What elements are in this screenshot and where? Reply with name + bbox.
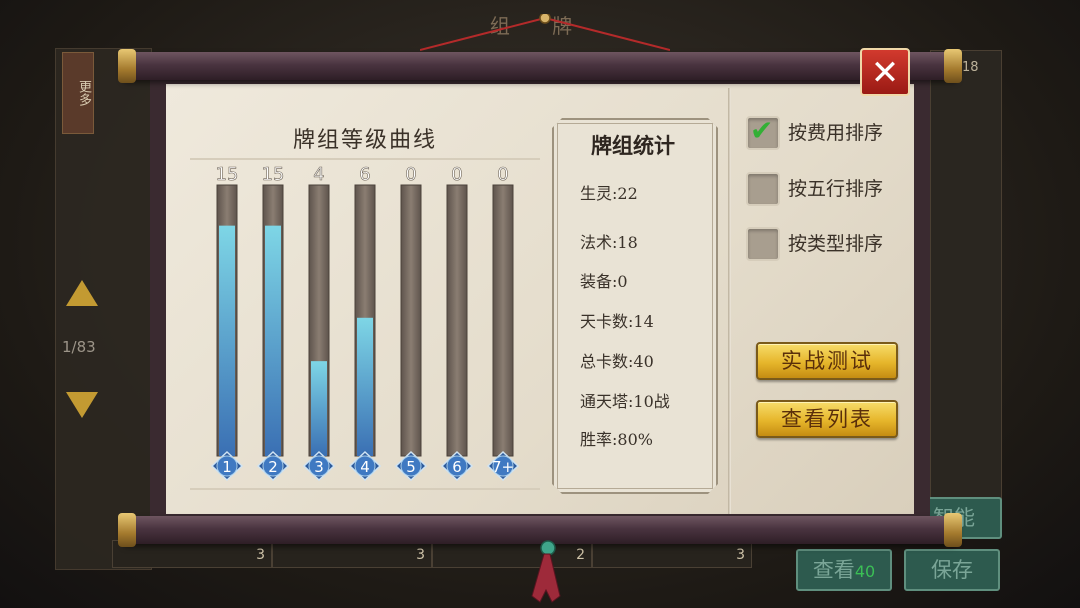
- bar-track: [400, 184, 422, 457]
- level-tick-label: 2: [268, 458, 278, 476]
- background-card-slot[interactable]: 3: [112, 540, 272, 568]
- bar-value-label: 6: [359, 164, 370, 185]
- panel-divider: [728, 88, 731, 514]
- page-up-arrow-icon[interactable]: [66, 280, 98, 306]
- bar-value-label: 15: [216, 164, 239, 185]
- bar-fill: [357, 317, 373, 456]
- rod-cap: [118, 49, 136, 83]
- save-button-label: 保存: [931, 558, 973, 582]
- rod-cap: [944, 49, 962, 83]
- card-slot-count: 3: [736, 547, 745, 563]
- level-tick-label: 7+: [492, 458, 514, 476]
- checkmark-icon: ✔: [750, 114, 774, 147]
- bar-fill: [265, 225, 281, 456]
- bar-value-label: 0: [497, 164, 508, 185]
- hanging-string-icon: [420, 14, 670, 51]
- sort-by-cost-checkbox[interactable]: ✔: [746, 114, 780, 150]
- tassel-icon: [531, 540, 561, 603]
- level-tick-label: 1: [222, 458, 232, 476]
- page-down-arrow-icon[interactable]: [66, 392, 98, 418]
- card-slot-count: 2: [576, 547, 585, 563]
- sort-by-element-checkbox[interactable]: [746, 172, 780, 206]
- background-card-slot[interactable]: 2: [432, 540, 592, 568]
- background-card-slot[interactable]: 3: [592, 540, 752, 568]
- level-tick-label: 6: [452, 458, 462, 476]
- scroll-rod-top: [118, 49, 962, 83]
- stat-equipment: 装备:0: [580, 272, 628, 291]
- level-tick-label: 4: [360, 458, 370, 476]
- sort-by-type-label: 按类型排序: [788, 233, 884, 255]
- bar-value-label: 0: [405, 164, 416, 185]
- bar-track: [492, 184, 514, 457]
- sort-by-cost-label: 按费用排序: [788, 122, 884, 144]
- sort-by-type-checkbox[interactable]: [746, 227, 780, 261]
- background-page-indicator: 1/83: [62, 338, 96, 356]
- view-button-count: 40: [854, 562, 876, 581]
- background-card-slot[interactable]: 3: [272, 540, 432, 568]
- stat-tower: 通天塔:10战: [580, 392, 670, 411]
- chart-title: 牌组等级曲线: [292, 128, 437, 153]
- card-slot-count: 3: [416, 547, 425, 563]
- bar-value-label: 4: [313, 164, 324, 185]
- bar-value-label: 15: [262, 164, 285, 185]
- deck-stats-title: 牌组统计: [591, 133, 675, 158]
- cost-curve-chart: 15 1 15 2 4 3 6 4 0 5 0 6 0 7+: [210, 164, 520, 482]
- level-tick-label: 5: [406, 458, 416, 476]
- sort-by-element-label: 按五行排序: [788, 178, 884, 200]
- close-button[interactable]: ✕: [860, 48, 910, 96]
- rod-cap: [944, 513, 962, 547]
- stat-spells: 法术:18: [580, 233, 638, 252]
- battle-test-button[interactable]: 实战测试: [756, 342, 898, 380]
- view-list-button[interactable]: 查看列表: [756, 400, 898, 438]
- stat-total-cards: 总卡数:40: [580, 352, 654, 371]
- bar-fill: [311, 361, 327, 456]
- stat-creatures: 生灵:22: [580, 184, 638, 203]
- background-right-panel: [930, 50, 1002, 522]
- bar-value-label: 0: [451, 164, 462, 185]
- bar-track: [446, 184, 468, 457]
- stat-sky-cards: 天卡数:14: [580, 312, 654, 331]
- rod-cap: [118, 513, 136, 547]
- stat-win-rate: 胜率:80%: [580, 430, 653, 449]
- view-button-label: 查看: [812, 558, 855, 582]
- background-view-button[interactable]: 查看40: [796, 549, 892, 591]
- background-save-button[interactable]: 保存: [904, 549, 1000, 591]
- card-slot-count: 3: [256, 547, 265, 563]
- background-top-count: 18: [962, 60, 979, 75]
- close-icon: ✕: [870, 53, 900, 93]
- bar-fill: [219, 225, 235, 456]
- background-more-tab[interactable]: 更多: [62, 52, 94, 134]
- level-tick-label: 3: [314, 458, 324, 476]
